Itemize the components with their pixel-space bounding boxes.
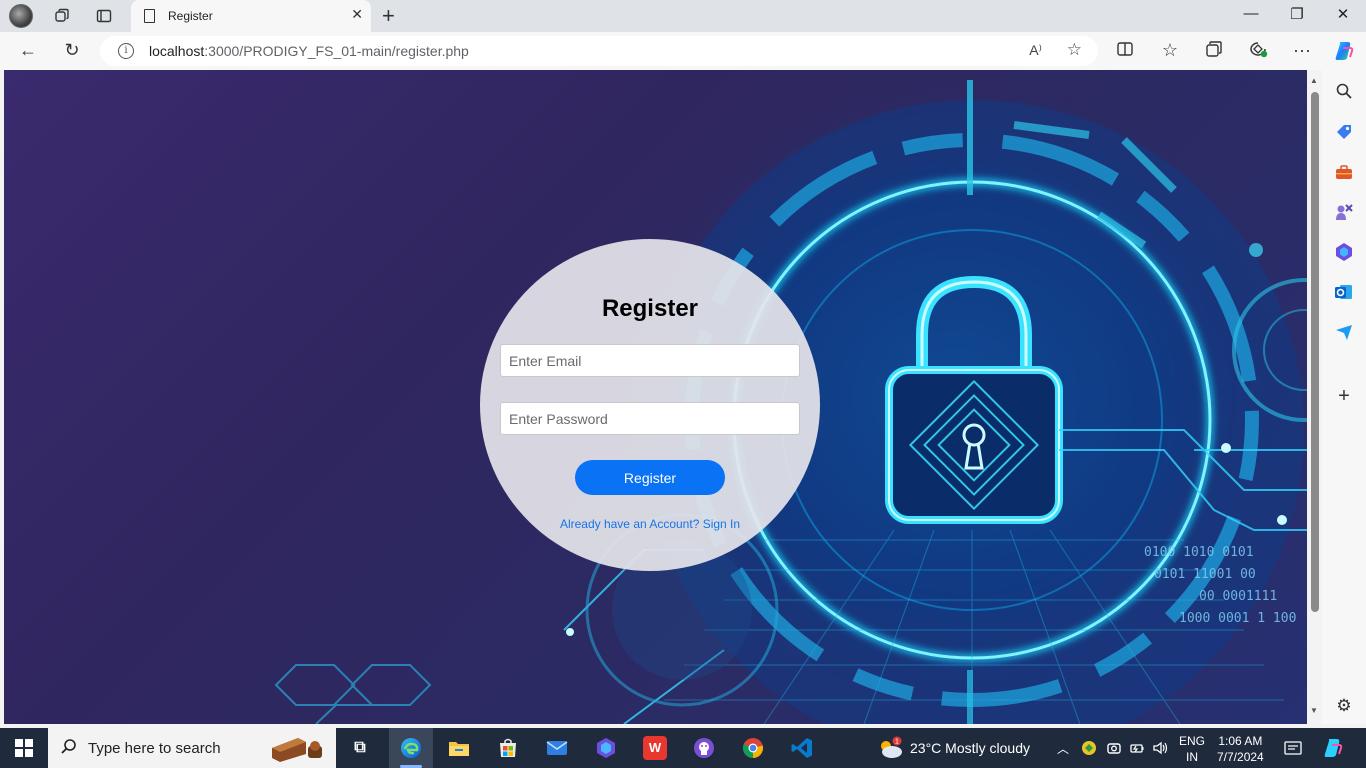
clock-date: 7/7/2024 bbox=[1217, 750, 1264, 764]
taskbar-clock[interactable]: 1:06 AM 7/7/2024 bbox=[1217, 733, 1264, 765]
tab-strip: Register ✕ + — ❐ ✕ bbox=[0, 0, 1366, 32]
tab-actions-icon[interactable] bbox=[92, 4, 116, 28]
form-heading: Register bbox=[601, 295, 699, 322]
page-icon bbox=[144, 9, 155, 23]
copilot-app-icon[interactable] bbox=[1334, 242, 1354, 262]
file-explorer-icon[interactable] bbox=[447, 736, 471, 760]
email-field[interactable] bbox=[500, 344, 800, 377]
weather-text[interactable]: 23°C Mostly cloudy bbox=[910, 740, 1030, 756]
tag-icon[interactable] bbox=[1334, 122, 1354, 142]
more-options-icon[interactable]: ··· bbox=[1290, 40, 1314, 62]
collections-icon[interactable] bbox=[1202, 40, 1226, 62]
outlook-icon[interactable] bbox=[1334, 282, 1354, 302]
tray-app-icon[interactable] bbox=[1081, 740, 1097, 759]
clock-time: 1:06 AM bbox=[1218, 734, 1263, 748]
browser-essentials-icon[interactable] bbox=[1246, 40, 1270, 62]
settings-icon[interactable]: ⚙ bbox=[1334, 696, 1354, 716]
tab-register[interactable]: Register ✕ bbox=[131, 0, 371, 32]
chrome-icon[interactable] bbox=[741, 736, 765, 760]
navigation-bar: ← ↻ i localhost:3000/PRODIGY_FS_01-main/… bbox=[0, 32, 1366, 70]
copilot-taskbar-icon[interactable] bbox=[1322, 737, 1344, 762]
app-icon[interactable] bbox=[594, 736, 618, 760]
camera-icon[interactable] bbox=[1106, 740, 1122, 759]
svg-text:0101 11001 00: 0101 11001 00 bbox=[1154, 567, 1256, 582]
github-icon[interactable] bbox=[692, 736, 716, 760]
taskbar-search[interactable]: Type here to search bbox=[48, 728, 336, 768]
page-scrollbar[interactable]: ▲ ▼ bbox=[1307, 70, 1322, 724]
profile-avatar[interactable] bbox=[9, 4, 33, 28]
language-indicator[interactable]: ENG IN bbox=[1179, 733, 1205, 765]
notifications-icon[interactable] bbox=[1284, 740, 1302, 759]
new-tab-icon[interactable]: + bbox=[382, 3, 395, 29]
favorite-star-icon[interactable]: ☆ bbox=[1067, 40, 1082, 60]
search-placeholder: Type here to search bbox=[88, 740, 221, 757]
refresh-icon[interactable]: ↻ bbox=[60, 40, 84, 62]
edge-sidebar: + ⚙ bbox=[1322, 70, 1366, 724]
restore-icon[interactable]: ❐ bbox=[1274, 5, 1320, 23]
favorites-icon[interactable]: ☆ bbox=[1158, 40, 1182, 62]
minimize-icon[interactable]: — bbox=[1228, 5, 1274, 22]
battery-icon[interactable] bbox=[1129, 740, 1145, 759]
svg-text:00 0001111: 00 0001111 bbox=[1199, 589, 1277, 604]
svg-text:0100 1010 0101: 0100 1010 0101 bbox=[1144, 545, 1254, 560]
scroll-up-icon[interactable]: ▲ bbox=[1310, 76, 1318, 85]
search-highlight-image bbox=[272, 738, 322, 762]
url-text[interactable]: localhost:3000/PRODIGY_FS_01-main/regist… bbox=[149, 43, 469, 59]
task-view-icon[interactable]: ⧉ bbox=[348, 736, 372, 760]
mail-icon[interactable] bbox=[545, 736, 569, 760]
tab-title: Register bbox=[168, 9, 213, 23]
back-icon[interactable]: ← bbox=[16, 40, 40, 62]
close-icon[interactable]: ✕ bbox=[1320, 5, 1366, 23]
register-form-card: Register Register Already have an Accoun… bbox=[480, 239, 820, 571]
weather-icon[interactable]: 1 bbox=[876, 736, 904, 760]
close-tab-icon[interactable]: ✕ bbox=[351, 6, 363, 23]
add-icon[interactable]: + bbox=[1334, 386, 1354, 406]
password-field[interactable] bbox=[500, 402, 800, 435]
page-viewport: 0100 1010 0101 0101 11001 00 00 0001111 … bbox=[4, 70, 1307, 724]
start-icon[interactable] bbox=[15, 739, 33, 757]
copilot-icon[interactable] bbox=[1332, 40, 1356, 62]
edge-icon[interactable] bbox=[399, 736, 423, 760]
show-hidden-icons-icon[interactable]: ︿ bbox=[1057, 740, 1069, 757]
vscode-icon[interactable] bbox=[790, 736, 814, 760]
search-icon[interactable] bbox=[1334, 82, 1354, 102]
register-button[interactable]: Register bbox=[575, 460, 725, 495]
address-bar[interactable]: i localhost:3000/PRODIGY_FS_01-main/regi… bbox=[100, 36, 1098, 66]
search-icon bbox=[60, 738, 78, 761]
store-icon[interactable] bbox=[496, 736, 520, 760]
site-info-icon[interactable]: i bbox=[118, 43, 134, 59]
sign-in-link[interactable]: Already have an Account? Sign In bbox=[480, 517, 820, 531]
split-screen-icon[interactable] bbox=[1113, 40, 1137, 62]
send-icon[interactable] bbox=[1334, 322, 1354, 342]
scroll-down-icon[interactable]: ▼ bbox=[1310, 706, 1318, 715]
toolbox-icon[interactable] bbox=[1334, 162, 1354, 182]
wps-icon[interactable]: W bbox=[643, 736, 667, 760]
volume-icon[interactable] bbox=[1152, 740, 1170, 759]
svg-text:1000 0001 1 100: 1000 0001 1 100 bbox=[1179, 611, 1296, 626]
workspaces-icon[interactable] bbox=[50, 4, 74, 28]
weather-badge: 1 bbox=[895, 739, 899, 746]
windows-taskbar: Type here to search ⧉ W 1 23°C Mostly cl… bbox=[0, 728, 1366, 768]
scroll-thumb[interactable] bbox=[1311, 92, 1319, 612]
games-icon[interactable] bbox=[1334, 202, 1354, 222]
read-aloud-icon[interactable]: A⁾ bbox=[1029, 42, 1042, 59]
